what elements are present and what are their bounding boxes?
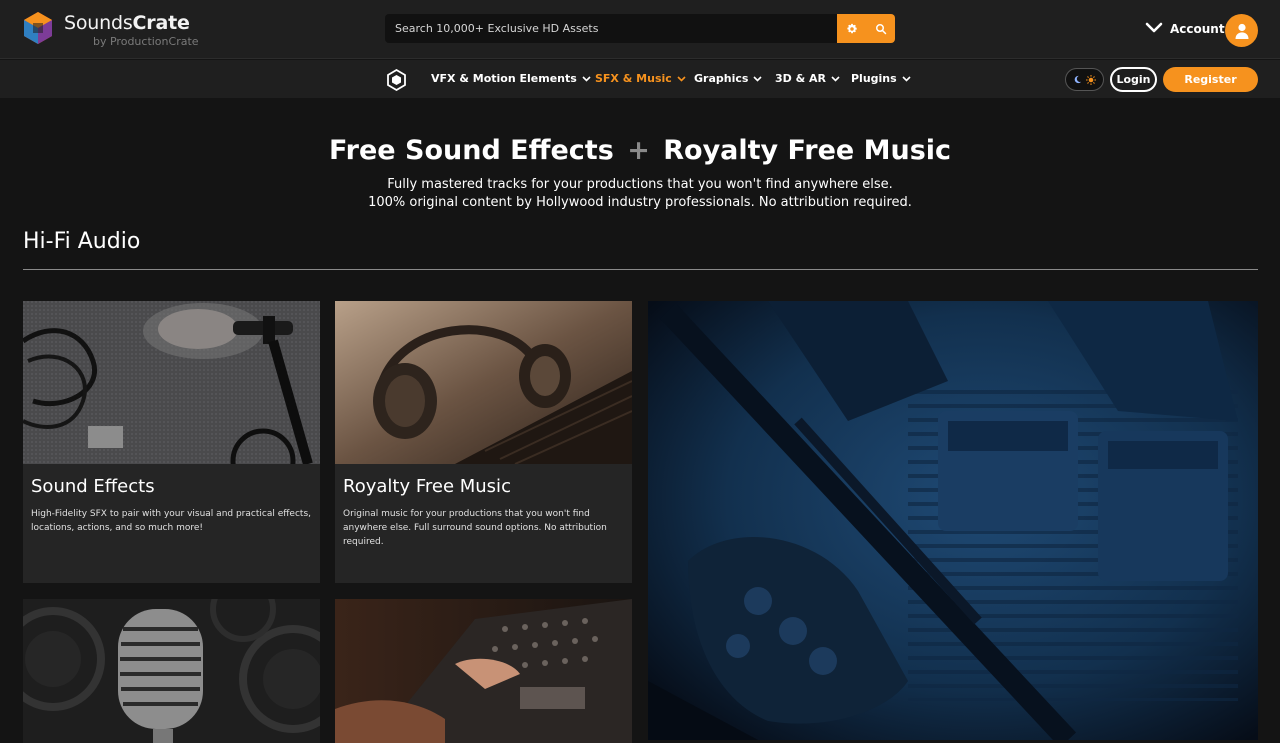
productioncrate-icon[interactable] <box>387 69 406 91</box>
hero-subtitle-line-1: Fully mastered tracks for your productio… <box>387 177 893 192</box>
brand-subtitle: by ProductionCrate <box>93 35 199 48</box>
section-title: Hi-Fi Audio <box>23 229 141 254</box>
category-card-sound-effects[interactable]: Sound Effects High-Fidelity SFX to pair … <box>23 301 320 583</box>
chevron-down-icon <box>831 75 840 82</box>
account-label: Account <box>1170 22 1225 36</box>
nav-item-label: SFX & Music <box>595 72 672 85</box>
search-input[interactable] <box>385 14 837 43</box>
nav-item-label: 3D & AR <box>775 72 827 85</box>
card-description: High-Fidelity SFX to pair with your visu… <box>31 509 311 533</box>
featured-tactical-image-card[interactable] <box>648 301 1258 740</box>
nav-item-label: VFX & Motion Elements <box>431 72 577 85</box>
chevron-down-icon <box>582 75 591 82</box>
avatar[interactable] <box>1225 14 1258 47</box>
chevron-down-icon <box>677 75 686 82</box>
account-menu[interactable]: Account <box>1145 14 1259 47</box>
card-title: Sound Effects <box>31 476 155 497</box>
mixing-console-image <box>335 599 632 743</box>
nav-item-sfx-music[interactable]: SFX & Music <box>595 72 686 85</box>
search-icon <box>875 23 886 34</box>
theme-toggle[interactable] <box>1065 68 1104 91</box>
hero-subtitle-line-2: 100% original content by Hollywood indus… <box>368 195 912 210</box>
crate-logo-icon <box>24 12 52 44</box>
category-card-microphone[interactable] <box>23 599 320 743</box>
microphone-image <box>23 599 320 743</box>
hero-title: Free Sound Effects + Royalty Free Music <box>328 135 952 166</box>
nav-item-label: Graphics <box>694 72 749 85</box>
moon-icon <box>1074 75 1082 84</box>
sun-icon <box>1086 74 1096 85</box>
nav-item-graphics[interactable]: Graphics <box>694 72 762 85</box>
register-button[interactable]: Register <box>1163 67 1258 92</box>
user-icon <box>1235 23 1248 39</box>
main-nav: VFX & Motion Elements SFX & Music Graphi… <box>0 60 1280 98</box>
nav-item-vfx[interactable]: VFX & Motion Elements <box>431 72 591 85</box>
nav-item-label: Plugins <box>851 72 897 85</box>
chevron-down-icon <box>753 75 762 82</box>
category-card-royalty-free-music[interactable]: Royalty Free Music Original music for yo… <box>335 301 632 583</box>
search-settings-button[interactable] <box>837 14 866 43</box>
card-description: Original music for your productions that… <box>343 509 607 547</box>
brand-logo[interactable]: SoundsCrate by ProductionCrate <box>24 11 224 51</box>
search-bar <box>385 14 896 43</box>
nav-item-plugins[interactable]: Plugins <box>851 72 911 85</box>
card-title: Royalty Free Music <box>343 476 511 497</box>
sound-effects-image <box>23 301 320 464</box>
tactical-gear-image <box>648 301 1258 740</box>
gear-icon <box>846 23 857 33</box>
royalty-free-music-image <box>335 301 632 464</box>
top-header: SoundsCrate by ProductionCrate Account <box>0 0 1280 59</box>
brand-name: SoundsCrate <box>64 12 190 34</box>
category-card-mixing-console[interactable] <box>335 599 632 743</box>
chevron-down-icon <box>902 75 911 82</box>
login-button[interactable]: Login <box>1110 67 1157 92</box>
chevron-down-icon <box>1145 22 1163 33</box>
search-submit-button[interactable] <box>866 14 895 43</box>
nav-item-3d-ar[interactable]: 3D & AR <box>775 72 840 85</box>
section-divider <box>23 269 1258 270</box>
